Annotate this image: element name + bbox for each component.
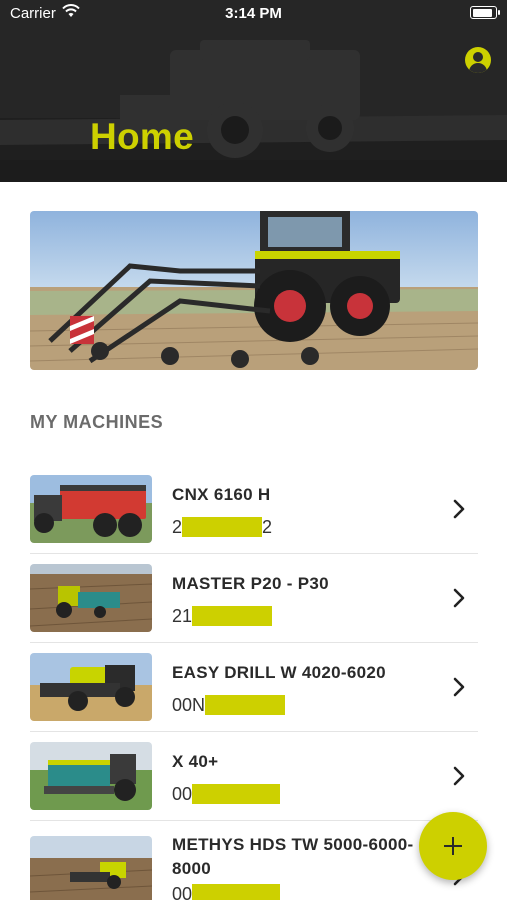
machine-list-item[interactable]: EASY DRILL W 4020-6020 00N: [30, 643, 478, 732]
chevron-right-icon: [453, 499, 465, 519]
machine-serial-prefix: 2: [172, 517, 183, 537]
machine-list: CNX 6160 H 2 2 MASTER P20 - P30 21 EASY …: [30, 465, 478, 900]
machine-list-item[interactable]: CNX 6160 H 2 2: [30, 465, 478, 554]
machine-list-item[interactable]: METHYS HDS TW 5000-6000-8000 00: [30, 821, 478, 900]
machine-thumbnail: [30, 475, 152, 543]
account-icon[interactable]: [465, 47, 491, 73]
machine-name: CNX 6160 H: [172, 485, 271, 504]
status-time: 3:14 PM: [225, 5, 282, 22]
machine-name: METHYS HDS TW 5000-6000-8000: [172, 835, 414, 878]
redacted-serial: [192, 606, 273, 626]
add-machine-button[interactable]: [419, 812, 487, 880]
machine-name: X 40+: [172, 752, 219, 771]
redacted-serial: [205, 695, 286, 715]
machine-list-item[interactable]: X 40+ 00: [30, 732, 478, 821]
redacted-serial: [182, 517, 263, 537]
machine-name: MASTER P20 - P30: [172, 574, 329, 593]
machine-serial-prefix: 00: [172, 784, 193, 804]
hero-banner-image: [30, 211, 478, 370]
battery-icon: [470, 6, 500, 19]
machine-thumbnail: [30, 742, 152, 810]
chevron-right-icon: [453, 588, 465, 608]
machine-serial-prefix: 00: [172, 884, 193, 900]
machine-serial: 2 2: [172, 516, 272, 538]
machine-thumbnail: [30, 653, 152, 721]
machine-serial-prefix: 00N: [172, 695, 206, 715]
redacted-serial: [192, 884, 281, 900]
machine-list-item[interactable]: MASTER P20 - P30 21: [30, 554, 478, 643]
section-title-my-machines: MY MACHINES: [30, 412, 164, 432]
status-bar: Carrier 3:14 PM: [0, 0, 507, 28]
machine-serial: 21: [172, 605, 273, 627]
page-title: Home: [90, 116, 194, 157]
machine-serial: 00: [172, 883, 281, 900]
machine-serial: 00N: [172, 694, 286, 716]
machine-serial-prefix: 21: [172, 606, 193, 626]
chevron-right-icon: [453, 677, 465, 697]
machine-thumbnail: [30, 836, 152, 900]
machine-thumbnail: [30, 564, 152, 632]
chevron-right-icon: [453, 766, 465, 786]
machine-serial-suffix: 2: [262, 517, 273, 537]
machine-name: EASY DRILL W 4020-6020: [172, 663, 386, 682]
redacted-serial: [192, 784, 281, 804]
header: Carrier 3:14 PM Home: [0, 0, 507, 182]
machine-serial: 00: [172, 783, 281, 805]
